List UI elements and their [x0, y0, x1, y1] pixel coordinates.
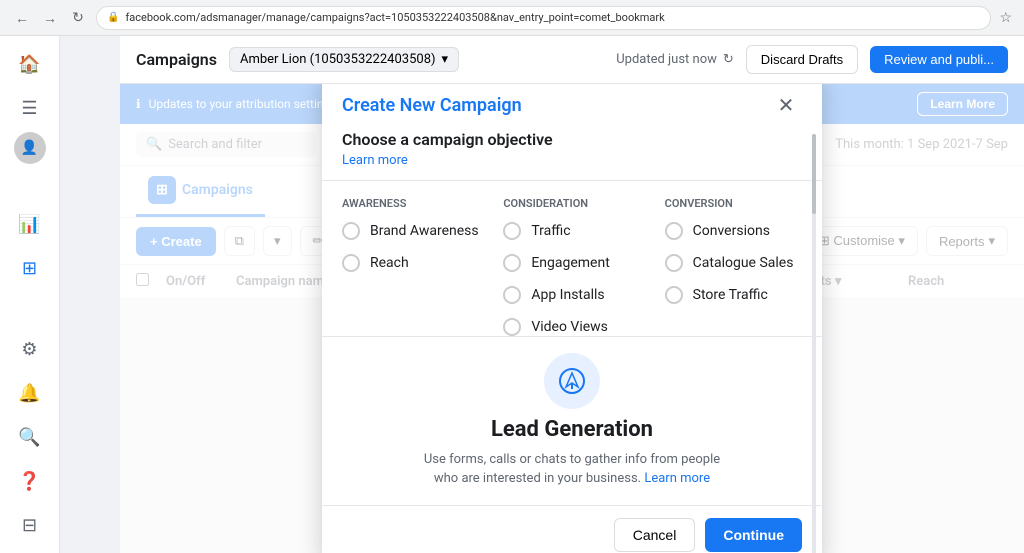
- sidebar: 🏠 ☰ 👤 📊 ⊞ ⚙ 🔔 🔍 ❓ ⊟: [0, 36, 60, 553]
- conversion-header: Conversion: [665, 197, 802, 210]
- lead-gen-section: Lead Generation Use forms, calls or chat…: [322, 336, 822, 505]
- modal-body: Awareness Brand Awareness Reach: [322, 181, 822, 336]
- back-button[interactable]: ←: [12, 8, 32, 28]
- traffic-option[interactable]: Traffic: [503, 222, 640, 240]
- awareness-column: Awareness Brand Awareness Reach: [342, 197, 479, 336]
- conversions-option[interactable]: Conversions: [665, 222, 802, 240]
- lead-gen-icon: [544, 353, 600, 409]
- consideration-column: Consideration Traffic Engagement: [503, 197, 640, 336]
- sidebar-icon-search[interactable]: 🔍: [10, 417, 50, 457]
- page-title: Campaigns: [136, 50, 217, 69]
- account-name: Amber Lion (1050353222403508): [240, 52, 436, 67]
- objectives-grid: Awareness Brand Awareness Reach: [342, 197, 802, 336]
- refresh-icon[interactable]: ↻: [723, 52, 734, 67]
- modal-subtitle: Choose a campaign objective: [322, 122, 822, 149]
- content-area: ℹ Updates to your attribution settings A…: [120, 84, 1024, 553]
- sidebar-icon-menu[interactable]: ☰: [10, 88, 50, 128]
- catalogue-sales-option[interactable]: Catalogue Sales: [665, 254, 802, 272]
- updated-status: Updated just now ↻: [616, 52, 734, 67]
- scroll-indicator: [810, 134, 818, 553]
- video-views-option[interactable]: Video Views: [503, 318, 640, 336]
- lead-gen-title: Lead Generation: [491, 417, 653, 442]
- forward-button[interactable]: →: [40, 8, 60, 28]
- consideration-header: Consideration: [503, 197, 640, 210]
- conversion-column: Conversion Conversions Catalogue Sales: [665, 197, 802, 336]
- account-selector[interactable]: Amber Lion (1050353222403508) ▾: [229, 47, 459, 72]
- review-button[interactable]: Review and publi...: [870, 46, 1008, 73]
- traffic-label: Traffic: [531, 223, 570, 239]
- reload-button[interactable]: ↻: [68, 8, 88, 28]
- reach-label: Reach: [370, 255, 409, 271]
- url-bar[interactable]: 🔒 facebook.com/adsmanager/manage/campaig…: [96, 6, 991, 30]
- store-traffic-radio[interactable]: [665, 286, 683, 304]
- modal-footer: Cancel Continue: [322, 505, 822, 553]
- main-area: Campaigns Amber Lion (1050353222403508) …: [60, 36, 1024, 553]
- top-nav: Campaigns Amber Lion (1050353222403508) …: [120, 36, 1024, 84]
- reach-option[interactable]: Reach: [342, 254, 479, 272]
- url-text: facebook.com/adsmanager/manage/campaigns…: [125, 11, 664, 24]
- awareness-header: Awareness: [342, 197, 479, 210]
- create-campaign-modal: Create New Campaign ✕ Choose a campaign …: [322, 84, 822, 553]
- brand-awareness-radio[interactable]: [342, 222, 360, 240]
- sidebar-icon-home[interactable]: 🏠: [10, 44, 50, 84]
- catalogue-sales-label: Catalogue Sales: [693, 255, 794, 271]
- engagement-option[interactable]: Engagement: [503, 254, 640, 272]
- scroll-thumb: [812, 134, 816, 214]
- lock-icon: 🔒: [107, 12, 119, 23]
- sidebar-icon-more[interactable]: ⊟: [10, 505, 50, 545]
- continue-button[interactable]: Continue: [705, 518, 802, 552]
- lead-gen-learn-more-link[interactable]: Learn more: [644, 471, 710, 486]
- modal-overlay: Create New Campaign ✕ Choose a campaign …: [120, 84, 1024, 553]
- sidebar-icon-settings[interactable]: ⚙: [10, 329, 50, 369]
- avatar[interactable]: 👤: [14, 132, 46, 164]
- store-traffic-option[interactable]: Store Traffic: [665, 286, 802, 304]
- brand-awareness-option[interactable]: Brand Awareness: [342, 222, 479, 240]
- sidebar-icon-grid[interactable]: ⊞: [10, 249, 50, 289]
- sidebar-icon-bell[interactable]: 🔔: [10, 373, 50, 413]
- conversions-radio[interactable]: [665, 222, 683, 240]
- scroll-track: [812, 134, 816, 553]
- lead-gen-description: Use forms, calls or chats to gather info…: [412, 450, 732, 489]
- browser-chrome: ← → ↻ 🔒 facebook.com/adsmanager/manage/c…: [0, 0, 1024, 36]
- modal-learn-more-link[interactable]: Learn more: [322, 149, 822, 180]
- app-installs-radio[interactable]: [503, 286, 521, 304]
- store-traffic-label: Store Traffic: [693, 287, 768, 303]
- cancel-button[interactable]: Cancel: [614, 518, 696, 552]
- app-container: 🏠 ☰ 👤 📊 ⊞ ⚙ 🔔 🔍 ❓ ⊟ Campaigns Amber Lion…: [0, 36, 1024, 553]
- traffic-radio[interactable]: [503, 222, 521, 240]
- app-installs-option[interactable]: App Installs: [503, 286, 640, 304]
- sidebar-icon-help[interactable]: ❓: [10, 461, 50, 501]
- modal-close-button[interactable]: ✕: [770, 90, 802, 122]
- chevron-down-icon: ▾: [442, 52, 449, 67]
- catalogue-sales-radio[interactable]: [665, 254, 683, 272]
- conversions-label: Conversions: [693, 223, 770, 239]
- sidebar-icon-chart[interactable]: 📊: [10, 205, 50, 245]
- discard-button[interactable]: Discard Drafts: [746, 45, 858, 74]
- engagement-label: Engagement: [531, 255, 609, 271]
- modal-title: Create New Campaign: [342, 95, 522, 116]
- engagement-radio[interactable]: [503, 254, 521, 272]
- video-views-label: Video Views: [531, 319, 608, 335]
- video-views-radio[interactable]: [503, 318, 521, 336]
- modal-header: Create New Campaign ✕: [322, 84, 822, 122]
- brand-awareness-label: Brand Awareness: [370, 223, 479, 239]
- bookmark-icon[interactable]: ☆: [999, 10, 1012, 26]
- reach-radio[interactable]: [342, 254, 360, 272]
- app-installs-label: App Installs: [531, 287, 604, 303]
